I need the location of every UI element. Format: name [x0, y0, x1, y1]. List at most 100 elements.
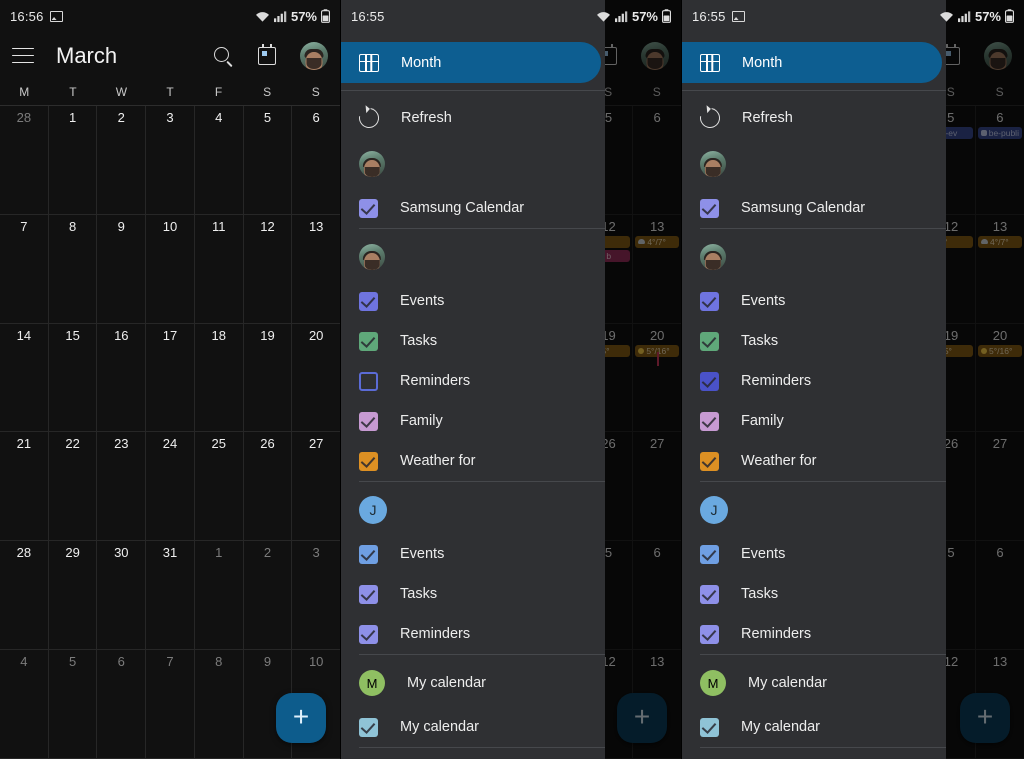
checkbox-checked[interactable]: [700, 544, 719, 564]
account-header[interactable]: [341, 233, 605, 281]
calendar-list-item[interactable]: Family: [682, 401, 946, 441]
checkbox-checked[interactable]: [700, 717, 719, 737]
day-cell[interactable]: 5: [49, 650, 98, 758]
checkbox-checked[interactable]: [359, 624, 378, 644]
day-cell[interactable]: 2: [97, 106, 147, 214]
calendar-list-item[interactable]: Samsung Calendar: [341, 188, 605, 228]
calendar-list-item[interactable]: My calendar: [682, 707, 946, 747]
day-cell[interactable]: 4: [195, 106, 244, 214]
checkbox-checked[interactable]: [700, 291, 719, 311]
checkbox-checked[interactable]: [700, 584, 719, 604]
checkbox-checked[interactable]: [359, 544, 378, 564]
checkbox-checked[interactable]: [359, 451, 378, 471]
checkbox-checked[interactable]: [359, 198, 378, 218]
day-cell[interactable]: 11: [195, 214, 244, 323]
avatar[interactable]: [359, 244, 385, 270]
day-cell[interactable]: 9: [97, 214, 147, 323]
checkbox-checked[interactable]: [359, 291, 378, 311]
view-selector-month[interactable]: Month: [682, 42, 942, 83]
checkbox-checked[interactable]: [700, 371, 719, 391]
calendar-list-item[interactable]: Events: [341, 534, 605, 574]
account-header[interactable]: [682, 233, 946, 281]
checkbox-checked[interactable]: [359, 411, 378, 431]
add-event-fab[interactable]: +: [276, 693, 326, 743]
day-cell[interactable]: 2: [244, 541, 293, 650]
day-cell[interactable]: 3: [146, 106, 195, 214]
avatar[interactable]: [700, 151, 726, 177]
account-header[interactable]: J: [341, 486, 605, 534]
day-cell[interactable]: 20: [292, 324, 340, 432]
day-cell[interactable]: 17: [146, 323, 195, 432]
calendar-list-item[interactable]: Tasks: [682, 574, 946, 614]
day-cell[interactable]: 22: [49, 432, 98, 541]
day-cell[interactable]: 27: [292, 432, 340, 540]
day-cell[interactable]: 4: [0, 650, 49, 758]
day-cell[interactable]: 7: [0, 214, 49, 323]
today-icon[interactable]: [256, 43, 278, 67]
checkbox-checked[interactable]: [700, 198, 719, 218]
calendar-list-item[interactable]: Events: [682, 534, 946, 574]
day-cell[interactable]: 5: [244, 106, 293, 214]
avatar[interactable]: [359, 151, 385, 177]
calendar-list-item[interactable]: Tasks: [341, 574, 605, 614]
menu-icon[interactable]: [12, 47, 34, 64]
calendar-list-item[interactable]: Weather for: [341, 441, 605, 481]
day-cell[interactable]: 19: [244, 323, 293, 432]
day-cell[interactable]: 8: [49, 214, 98, 323]
day-cell[interactable]: 21: [0, 432, 49, 541]
checkbox-checked[interactable]: [359, 717, 378, 737]
calendar-list-item[interactable]: Reminders: [682, 614, 946, 654]
day-cell[interactable]: 12: [244, 214, 293, 323]
day-cell[interactable]: 31: [146, 541, 195, 650]
checkbox-checked[interactable]: [359, 331, 378, 351]
refresh-button[interactable]: Refresh: [341, 96, 605, 140]
refresh-button[interactable]: Refresh: [682, 96, 946, 140]
calendar-list-item[interactable]: Tasks: [682, 321, 946, 361]
day-cell[interactable]: 10: [146, 214, 195, 323]
day-cell[interactable]: 13: [292, 215, 340, 323]
checkbox-unchecked[interactable]: [359, 371, 378, 391]
calendar-list-item[interactable]: Reminders: [682, 361, 946, 401]
account-header[interactable]: J: [682, 486, 946, 534]
calendar-list-item[interactable]: Weather for: [682, 441, 946, 481]
calendar-list-item[interactable]: Family: [341, 401, 605, 441]
account-header[interactable]: M My calendar: [682, 659, 946, 707]
checkbox-checked[interactable]: [700, 451, 719, 471]
day-cell[interactable]: 14: [0, 323, 49, 432]
calendar-list-item[interactable]: Events: [341, 281, 605, 321]
day-cell[interactable]: 24: [146, 432, 195, 541]
checkbox-checked[interactable]: [700, 411, 719, 431]
checkbox-checked[interactable]: [359, 584, 378, 604]
account-header[interactable]: [341, 140, 605, 188]
day-cell[interactable]: 3: [292, 541, 340, 649]
day-cell[interactable]: 30: [97, 541, 147, 650]
calendar-list-item[interactable]: Events: [682, 281, 946, 321]
calendar-list-item[interactable]: My calendar: [341, 707, 605, 747]
checkbox-checked[interactable]: [700, 331, 719, 351]
avatar[interactable]: [700, 244, 726, 270]
day-cell[interactable]: 25: [195, 432, 244, 541]
calendar-list-item[interactable]: Reminders: [341, 614, 605, 654]
calendar-list-item[interactable]: Samsung Calendar: [682, 188, 946, 228]
day-cell[interactable]: 28: [0, 541, 49, 650]
search-icon[interactable]: [212, 45, 234, 67]
day-cell[interactable]: 26: [244, 432, 293, 541]
account-header[interactable]: M My calendar: [341, 659, 605, 707]
day-cell[interactable]: 23: [97, 432, 147, 541]
day-cell[interactable]: 1: [195, 541, 244, 650]
day-cell[interactable]: 28: [0, 106, 49, 214]
day-cell[interactable]: 7: [146, 650, 195, 758]
day-cell[interactable]: 29: [49, 541, 98, 650]
avatar[interactable]: [300, 41, 328, 70]
account-header[interactable]: [682, 140, 946, 188]
view-selector-month[interactable]: Month: [341, 42, 601, 83]
day-cell[interactable]: 18: [195, 323, 244, 432]
day-cell[interactable]: 6: [292, 106, 340, 214]
calendar-list-item[interactable]: Tasks: [341, 321, 605, 361]
calendar-list-item[interactable]: Reminders: [341, 361, 605, 401]
day-cell[interactable]: 15: [49, 323, 98, 432]
day-cell[interactable]: 8: [195, 650, 244, 758]
day-cell[interactable]: 16: [97, 323, 147, 432]
checkbox-checked[interactable]: [700, 624, 719, 644]
day-cell[interactable]: 1: [49, 106, 98, 214]
